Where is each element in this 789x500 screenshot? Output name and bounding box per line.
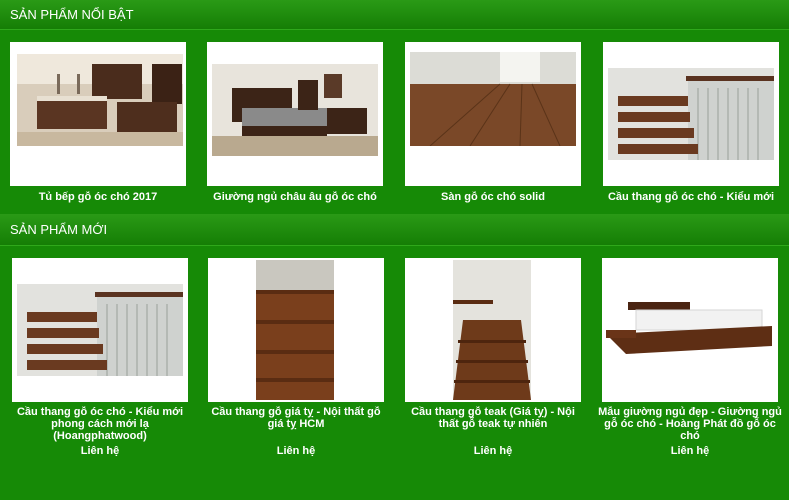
product-image-frame[interactable] <box>602 258 778 402</box>
product-name[interactable]: Cầu thang gỗ óc chó - Kiểu mới phong các… <box>8 406 192 442</box>
product-image-frame[interactable] <box>405 42 581 186</box>
new-section-header: SẢN PHẨM MỚI <box>0 214 789 246</box>
product-image-frame[interactable] <box>12 258 188 402</box>
product-name[interactable]: Giường ngủ châu âu gỗ óc chó <box>203 191 387 203</box>
staircase-photo[interactable] <box>453 260 531 400</box>
product-name[interactable]: Cầu thang gỗ óc chó - Kiểu mới <box>599 191 783 203</box>
staircase-photo[interactable] <box>17 284 183 376</box>
product-name[interactable]: Cầu thang gỗ teak (Giá tỵ) - Nội thất gỗ… <box>401 406 585 442</box>
product-price: Liên hệ <box>670 445 710 457</box>
product-name[interactable]: Sàn gỗ óc chó solid <box>401 191 585 203</box>
product-image-frame[interactable] <box>603 42 779 186</box>
new-section-title: SẢN PHẨM MỚI <box>10 222 108 237</box>
featured-section-title: SẢN PHẨM NỔI BẬT <box>10 7 134 22</box>
product-image-frame[interactable] <box>10 42 186 186</box>
bedroom-photo[interactable] <box>212 64 378 156</box>
bed-photo[interactable] <box>606 296 772 366</box>
featured-section-header: SẢN PHẨM NỔI BẬT <box>0 0 789 30</box>
staircase-photo[interactable] <box>256 260 334 400</box>
product-name[interactable]: Tủ bếp gỗ óc chó 2017 <box>6 191 190 203</box>
product-image-frame[interactable] <box>207 42 383 186</box>
product-image-frame[interactable] <box>208 258 384 402</box>
product-price: Liên hệ <box>80 445 120 457</box>
product-name[interactable]: Cầu thang gỗ giá tỵ - Nội thất gỗ giá tỵ… <box>204 406 388 442</box>
product-price: Liên hệ <box>473 445 513 457</box>
kitchen-cabinet-photo[interactable] <box>17 54 183 146</box>
wood-floor-photo[interactable] <box>410 52 576 146</box>
product-price: Liên hệ <box>276 445 316 457</box>
product-image-frame[interactable] <box>405 258 581 402</box>
staircase-photo[interactable] <box>608 68 774 160</box>
product-name[interactable]: Mẫu giường ngủ đẹp - Giường ngủ gỗ óc ch… <box>598 406 782 442</box>
